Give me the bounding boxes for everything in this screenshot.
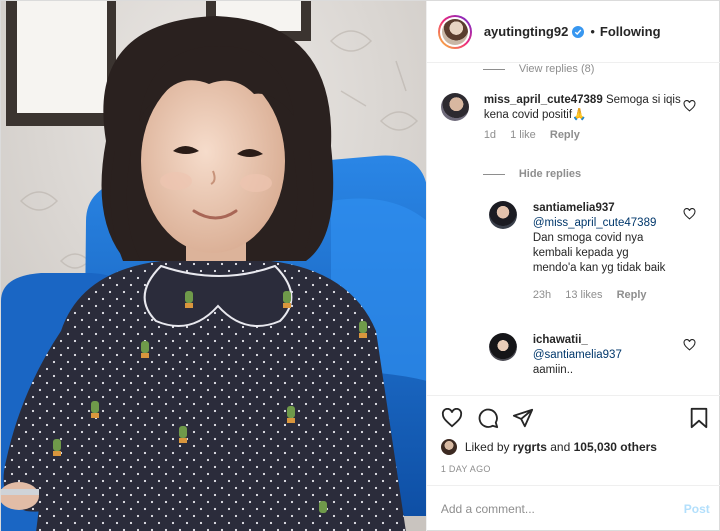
verified-badge-icon xyxy=(572,25,585,38)
reply-username[interactable]: santiamelia937 xyxy=(533,201,673,216)
comment-icon[interactable] xyxy=(477,407,499,429)
reply-text: Dan smoga covid nya kembali kepada yg me… xyxy=(532,232,666,274)
view-replies-toggle[interactable]: View replies (8) xyxy=(482,63,595,76)
reply-mention[interactable]: @miss_april_cute47389 xyxy=(533,216,673,231)
comments-list[interactable]: View replies (8) miss_april_cute47389 Se… xyxy=(427,63,720,395)
likes-summary: Liked by rygrts and 105,030 others xyxy=(440,439,657,455)
replier-avatar[interactable] xyxy=(488,333,517,361)
comment-time[interactable]: 1d xyxy=(484,129,496,141)
following-button[interactable]: Following xyxy=(600,24,661,39)
likes-count[interactable]: 105,030 others xyxy=(574,440,657,454)
replier-avatar[interactable] xyxy=(488,201,517,229)
bookmark-icon[interactable] xyxy=(689,407,709,429)
post-header: ayutingting92 • Following xyxy=(426,1,720,63)
comment-reply-button[interactable]: Reply xyxy=(550,129,580,141)
likes-prefix: Liked by xyxy=(464,440,510,454)
post-sidebar: ayutingting92 • Following View replies (… xyxy=(425,1,720,531)
post-button[interactable]: Post xyxy=(684,502,710,516)
replies-divider-line xyxy=(482,173,505,175)
reply-text: aamiin.. xyxy=(532,364,574,376)
post-date[interactable]: 1 DAY AGO xyxy=(441,464,491,474)
author-avatar[interactable] xyxy=(437,14,472,49)
comment-meta: 1d 1 like Reply xyxy=(484,129,684,141)
reply-item: santiamelia937 @miss_april_cute47389 Dan… xyxy=(488,201,709,301)
comment-item: miss_april_cute47389 Semoga si iqis kena… xyxy=(440,93,709,141)
reply-item: ichawatii_ @santiamelia937 aamiin.. xyxy=(488,333,709,378)
comment-likes[interactable]: 1 like xyxy=(510,129,536,141)
hide-replies-label: Hide replies xyxy=(518,168,582,180)
view-replies-label: View replies (8) xyxy=(518,63,595,75)
likes-joiner: and xyxy=(550,440,571,454)
header-separator: • xyxy=(590,24,595,39)
replies-divider-line xyxy=(482,68,505,70)
reply-like-heart-icon[interactable] xyxy=(683,339,696,351)
reply-username[interactable]: ichawatii_ xyxy=(533,333,683,348)
photo-illustration xyxy=(1,1,426,531)
reply-mention[interactable]: @santiamelia937 xyxy=(533,348,683,363)
commenter-avatar[interactable] xyxy=(440,93,469,121)
paper-plane-icon[interactable] xyxy=(512,407,534,429)
hide-replies-toggle[interactable]: Hide replies xyxy=(482,167,582,181)
comment-username[interactable]: miss_april_cute47389 xyxy=(484,94,603,106)
liker-avatar[interactable] xyxy=(440,439,457,455)
reply-likes[interactable]: 13 likes xyxy=(565,289,602,301)
comment-like-heart-icon[interactable] xyxy=(683,100,696,112)
comment-input[interactable] xyxy=(440,502,684,516)
heart-icon[interactable] xyxy=(441,408,463,428)
author-username[interactable]: ayutingting92 xyxy=(484,24,569,39)
liker-username[interactable]: rygrts xyxy=(513,440,547,454)
reply-reply-button[interactable]: Reply xyxy=(617,289,647,301)
reply-meta: 23h 13 likes Reply xyxy=(533,289,673,301)
post-photo[interactable] xyxy=(1,1,426,531)
add-comment-bar: Post xyxy=(426,485,720,531)
reply-like-heart-icon[interactable] xyxy=(683,208,696,220)
post-modal: ayutingting92 • Following View replies (… xyxy=(0,0,720,531)
reply-time[interactable]: 23h xyxy=(533,289,551,301)
post-actions: Liked by rygrts and 105,030 others 1 DAY… xyxy=(426,395,720,485)
